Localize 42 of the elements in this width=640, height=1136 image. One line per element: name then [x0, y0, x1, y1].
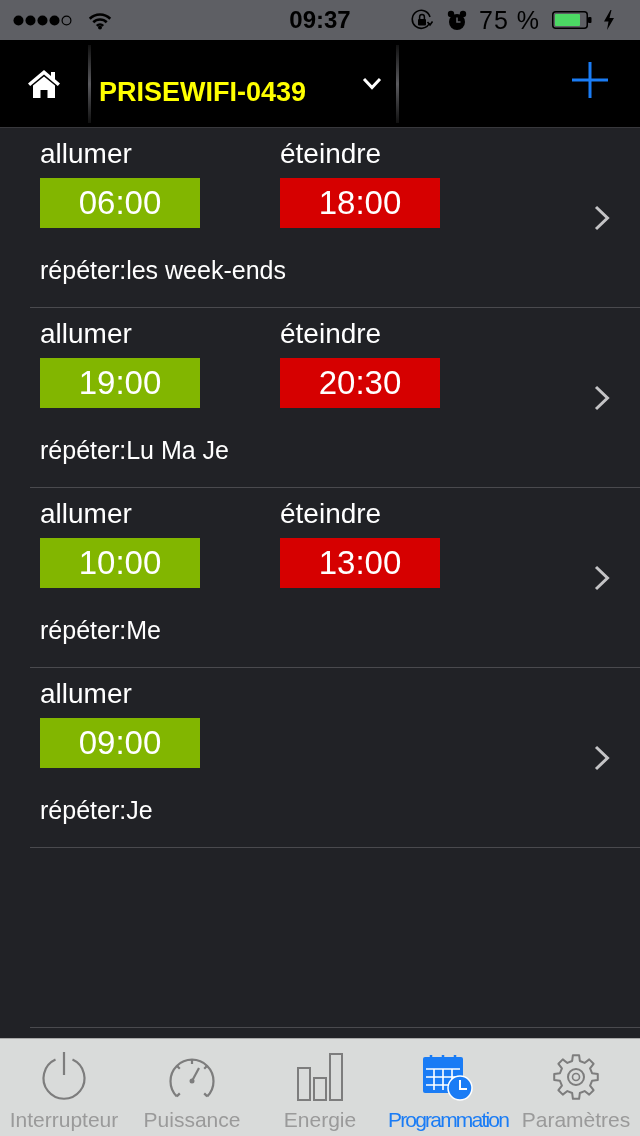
settings-icon: [552, 1053, 600, 1101]
on-label: allumer: [40, 137, 132, 171]
on-time: 06:00: [40, 178, 200, 228]
alarm-clock-icon: [447, 9, 467, 31]
on-label: allumer: [40, 317, 132, 351]
add-icon[interactable]: [572, 61, 608, 98]
on-label: allumer: [40, 497, 132, 531]
chevron-right-icon: [594, 384, 610, 411]
off-label: éteindre: [280, 137, 382, 171]
on-time: 19:00: [40, 358, 200, 408]
charging-bolt-icon: [604, 10, 614, 30]
battery-percent: 75 %: [479, 5, 540, 35]
calendar-clock-icon: [423, 1055, 473, 1101]
schedule-row[interactable]: allumer 06:00 éteindre 18:00 répéter:les week-ends: [30, 128, 640, 308]
repeat-text: répéter:Je: [40, 795, 153, 825]
status-time: 09:37: [289, 6, 351, 34]
off-time: 18:00: [280, 178, 440, 228]
off-label: éteindre: [280, 497, 382, 531]
repeat-text: répéter:Me: [40, 615, 161, 645]
schedule-row[interactable]: allumer 09:00 répéter:Je: [30, 668, 640, 848]
chevron-right-icon: [594, 204, 610, 231]
battery-icon: [552, 11, 592, 29]
repeat-text: répéter:Lu Ma Je: [40, 435, 229, 465]
schedule-row[interactable]: allumer 10:00 éteindre 13:00 répéter:Me: [30, 488, 640, 668]
home-icon[interactable]: [28, 69, 60, 98]
on-label: allumer: [40, 677, 132, 711]
chevron-right-icon: [594, 744, 610, 771]
chevron-down-icon: [362, 77, 382, 90]
bar-chart-icon: [296, 1053, 344, 1101]
off-time: 13:00: [280, 538, 440, 588]
schedule-row[interactable]: allumer 19:00 éteindre 20:30 répéter:Lu Ma Je: [30, 308, 640, 488]
wifi-icon: [87, 10, 113, 30]
device-dropdown[interactable]: PRISEWIFI-0439: [91, 40, 396, 127]
power-icon: [40, 1052, 88, 1101]
off-time: 20:30: [280, 358, 440, 408]
on-time: 10:00: [40, 538, 200, 588]
rotation-lock-icon: [411, 9, 433, 31]
repeat-text: répéter:les week-ends: [40, 255, 286, 285]
chevron-right-icon: [594, 564, 610, 591]
signal-strength-icon: [13, 14, 73, 26]
off-label: éteindre: [280, 317, 382, 351]
on-time: 09:00: [40, 718, 200, 768]
